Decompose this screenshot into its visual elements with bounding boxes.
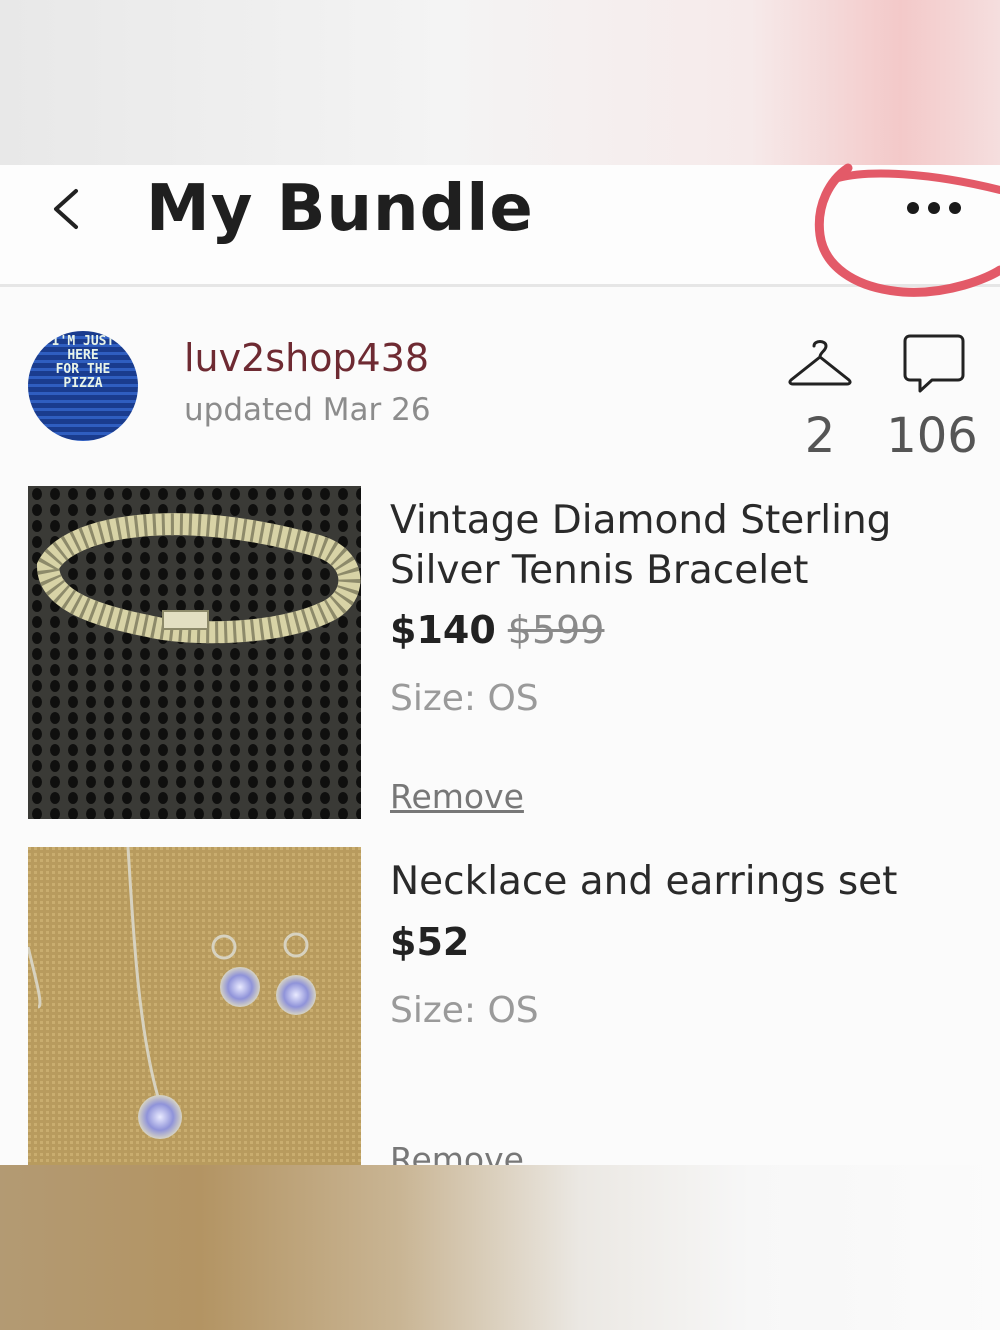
remove-link[interactable]: Remove xyxy=(390,777,524,816)
avatar-text-line: FOR THE xyxy=(55,362,111,377)
remove-link-container: Remove xyxy=(380,1140,680,1165)
current-price: $52 xyxy=(390,920,470,964)
item-size: Size: OS xyxy=(390,678,539,719)
seller-username[interactable]: luv2shop438 xyxy=(184,336,429,380)
bracelet-image[interactable] xyxy=(28,486,361,819)
avatar-text-line: I'M JUST xyxy=(51,334,115,349)
current-price: $140 xyxy=(390,608,496,652)
item-size: Size: OS xyxy=(390,990,539,1031)
page: My Bundle I'M JUST HERE FOR THE PIZZA lu… xyxy=(0,0,1000,1330)
avatar-text-line: PIZZA xyxy=(63,376,103,391)
item-title-line-2[interactable]: Silver Tennis Bracelet xyxy=(390,546,950,596)
necklace-image[interactable] xyxy=(28,847,361,1165)
item-price: $140 $599 xyxy=(390,608,604,652)
item-price: $52 xyxy=(390,920,469,964)
avatar-text-line: HERE xyxy=(67,348,99,363)
avatar[interactable]: I'M JUST HERE FOR THE PIZZA xyxy=(28,331,138,441)
item-title[interactable]: Vintage Diamond Sterling xyxy=(390,496,950,546)
hanger-icon[interactable] xyxy=(787,336,853,388)
item-title[interactable]: Necklace and earrings set xyxy=(390,857,950,907)
top-blurred-region xyxy=(0,0,1000,165)
remove-link[interactable]: Remove xyxy=(390,1140,524,1165)
updated-date: updated Mar 26 xyxy=(184,392,431,428)
annotation-circle xyxy=(814,163,1000,297)
avatar-text: I'M JUST HERE FOR THE PIZZA xyxy=(28,335,138,391)
comments-count: 106 xyxy=(886,408,978,464)
likes-count: 2 xyxy=(804,408,836,464)
bottom-blurred-region xyxy=(0,1165,1000,1330)
original-price: $599 xyxy=(507,608,605,652)
chevron-left-icon[interactable] xyxy=(48,185,82,233)
page-title: My Bundle xyxy=(146,172,534,246)
speech-bubble-icon[interactable] xyxy=(902,333,966,395)
